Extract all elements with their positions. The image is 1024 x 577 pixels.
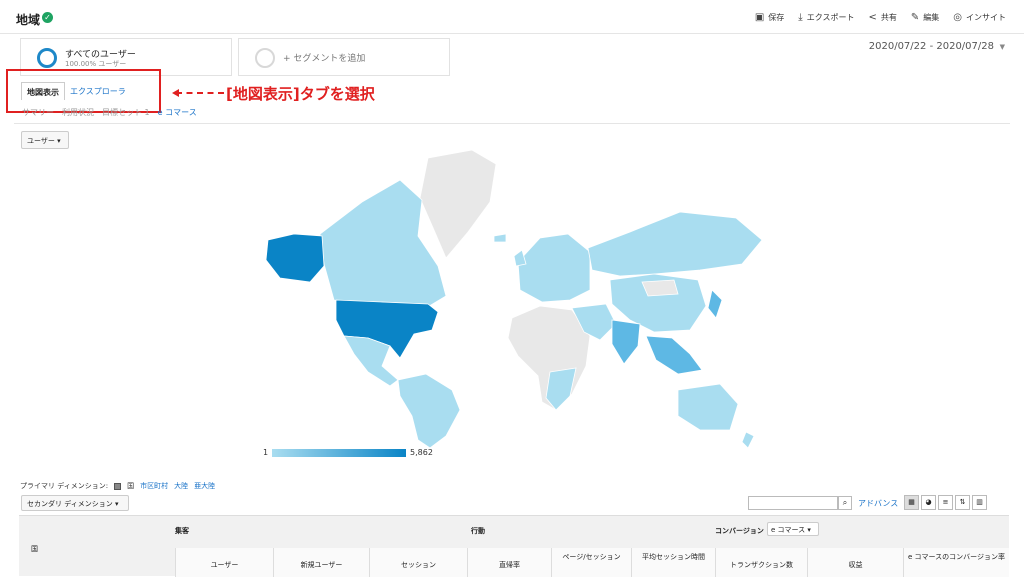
download-icon: ⤓ bbox=[798, 12, 803, 23]
tab-map[interactable]: 地図表示 bbox=[21, 82, 65, 100]
group-acquisition: 集客 bbox=[175, 527, 189, 535]
metric-select[interactable]: ユーザー ▾ bbox=[21, 131, 69, 149]
pencil-icon: ✎ bbox=[910, 12, 920, 23]
legend-min: 1 bbox=[263, 448, 269, 457]
map-greenland bbox=[419, 149, 497, 259]
col-transactions[interactable]: トランザクション数 bbox=[715, 548, 807, 577]
table-search-input[interactable] bbox=[748, 496, 838, 510]
conversion-select[interactable]: e コマース ▾ bbox=[767, 522, 819, 536]
col-revenue[interactable]: 収益 bbox=[807, 548, 903, 577]
subnav-goals[interactable]: 目標セット 1 bbox=[102, 107, 150, 118]
annotation-text: [地図表示]タブを選択 bbox=[226, 85, 375, 103]
subnav-summary[interactable]: サマリー bbox=[22, 107, 54, 118]
primary-dim-city[interactable]: 市区町村 bbox=[140, 481, 168, 491]
insight-icon: ◎ bbox=[953, 12, 962, 23]
bar-view-icon[interactable]: ≡ bbox=[938, 495, 953, 510]
secondary-dimension-select[interactable]: セカンダリ ディメンション ▾ bbox=[21, 495, 129, 511]
pivot-view-icon[interactable]: ▥ bbox=[972, 495, 987, 510]
subnav-ecommerce[interactable]: e コマース bbox=[158, 107, 197, 118]
segment-ring-icon bbox=[255, 48, 275, 68]
save-button[interactable]: ▣ 保存 bbox=[755, 12, 784, 23]
map-mongolia bbox=[641, 279, 679, 297]
map-iceland bbox=[493, 233, 507, 243]
chevron-down-icon[interactable]: ▼ bbox=[1000, 43, 1005, 51]
pie-view-icon[interactable]: ◕ bbox=[921, 495, 936, 510]
map-new-zealand bbox=[741, 431, 755, 449]
compare-view-icon[interactable]: ⇅ bbox=[955, 495, 970, 510]
map-se-asia bbox=[645, 335, 703, 375]
selected-marker-icon bbox=[114, 482, 122, 490]
export-button[interactable]: ⤓ エクスポート bbox=[798, 12, 854, 23]
legend-max: 5,862 bbox=[410, 448, 433, 457]
map-russia bbox=[587, 211, 763, 277]
advanced-link[interactable]: アドバンス bbox=[858, 498, 898, 509]
view-toggle: ▦ ◕ ≡ ⇅ ▥ bbox=[904, 495, 987, 510]
col-users[interactable]: ユーザー bbox=[175, 548, 273, 577]
country-header[interactable]: 国 bbox=[31, 544, 38, 554]
map-india bbox=[611, 319, 641, 365]
world-map[interactable] bbox=[250, 140, 770, 450]
annotation-arrow bbox=[172, 89, 224, 97]
date-range[interactable]: 2020/07/22 - 2020/07/28 bbox=[869, 41, 994, 52]
map-alaska bbox=[265, 233, 325, 283]
insight-button[interactable]: ◎ インサイト bbox=[953, 12, 1006, 23]
report-header: 地域 ✓ ▣ 保存 ⤓ エクスポート < 共有 ✎ 編集 ◎ インサイト bbox=[0, 0, 1024, 34]
map-europe bbox=[517, 233, 591, 303]
primary-dim-subcontinent[interactable]: 亜大陸 bbox=[194, 481, 215, 491]
col-avg-session-duration[interactable]: 平均セッション時間 bbox=[631, 548, 715, 577]
add-segment-button[interactable]: + セグメントを追加 bbox=[238, 38, 450, 76]
map-japan bbox=[707, 289, 723, 319]
save-icon: ▣ bbox=[754, 12, 765, 23]
legend-bar bbox=[272, 449, 406, 457]
data-table: 国 集客 行動 コンバージョン e コマース ▾ ユーザー 新規ユーザー セッシ… bbox=[19, 515, 1009, 577]
divider bbox=[14, 123, 1010, 124]
group-behavior: 行動 bbox=[471, 527, 485, 535]
page-title: 地域 bbox=[16, 13, 41, 27]
primary-dim-country[interactable]: 国 bbox=[127, 481, 134, 491]
col-bounce-rate[interactable]: 直帰率 bbox=[467, 548, 551, 577]
segment-ring-icon bbox=[37, 48, 57, 68]
primary-dimension: プライマリ ディメンション: 国 市区町村 大陸 亜大陸 bbox=[20, 481, 216, 491]
primary-dim-continent[interactable]: 大陸 bbox=[174, 481, 188, 491]
map-australia bbox=[677, 383, 739, 431]
col-pages-per-session[interactable]: ページ/セッション bbox=[551, 548, 631, 577]
col-sessions[interactable]: セッション bbox=[369, 548, 467, 577]
col-ecommerce-conversion-rate[interactable]: e コマースのコンバージョン率 bbox=[903, 548, 1009, 577]
verified-icon: ✓ bbox=[42, 12, 53, 23]
grid-view-icon[interactable]: ▦ bbox=[904, 495, 919, 510]
subnav-usage[interactable]: 利用状況 bbox=[62, 107, 94, 118]
share-icon: < bbox=[868, 12, 877, 23]
toolbar: ▣ 保存 ⤓ エクスポート < 共有 ✎ 編集 ◎ インサイト bbox=[755, 12, 1006, 23]
map-uk bbox=[513, 249, 527, 267]
tab-explorer[interactable]: エクスプローラ bbox=[65, 82, 131, 100]
edit-button[interactable]: ✎ 編集 bbox=[911, 12, 939, 23]
map-africa-south bbox=[545, 367, 577, 411]
col-new-users[interactable]: 新規ユーザー bbox=[273, 548, 369, 577]
search-icon[interactable]: ⌕ bbox=[838, 496, 852, 510]
subnav: サマリー 利用状況 目標セット 1 e コマース bbox=[22, 107, 197, 118]
share-button[interactable]: < 共有 bbox=[868, 12, 896, 23]
view-tabs: 地図表示 エクスプローラ bbox=[21, 82, 131, 100]
group-conversion: コンバージョン bbox=[715, 527, 764, 535]
map-south-america bbox=[397, 373, 461, 449]
